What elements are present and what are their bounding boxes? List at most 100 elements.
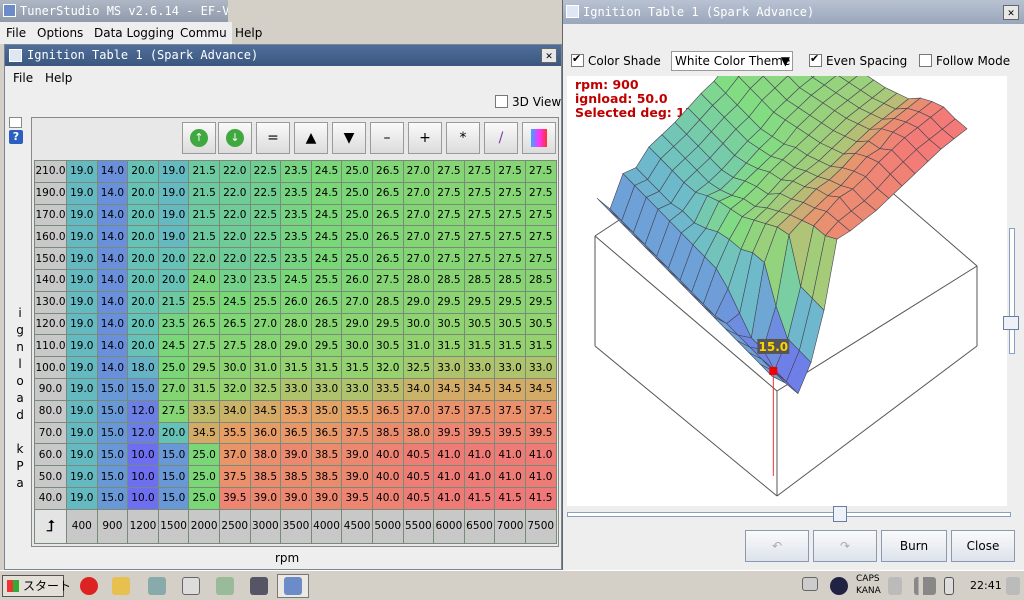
table-cell[interactable]: 27.0 (402, 181, 435, 205)
table-cell[interactable]: 19.0 (66, 247, 98, 270)
x-axis-cell[interactable]: 6500 (463, 508, 496, 544)
table-cell[interactable]: 23.5 (249, 268, 282, 292)
table-cell[interactable]: 39.5 (341, 486, 373, 510)
table-cell[interactable]: 28.5 (463, 268, 496, 292)
table-cell[interactable]: 37.0 (402, 399, 435, 423)
table-cell[interactable]: 25.0 (341, 203, 373, 227)
table-cell[interactable]: 24.5 (310, 203, 343, 227)
table-cell[interactable]: 31.5 (280, 356, 312, 379)
x-axis-cell[interactable]: 6000 (433, 508, 465, 544)
x-axis-cell[interactable]: 1500 (157, 508, 190, 544)
y-axis-cell[interactable]: 90.0 (34, 377, 67, 401)
table-cell[interactable]: 22.5 (249, 225, 282, 249)
horizontal-slider-knob[interactable] (833, 506, 847, 522)
table-menu-help[interactable]: Help (45, 71, 72, 85)
table-cell[interactable]: 41.0 (524, 443, 557, 467)
opera-icon[interactable] (80, 577, 98, 595)
table-cell[interactable]: 21.5 (157, 290, 190, 314)
table-cell[interactable]: 27.5 (524, 203, 557, 227)
follow-mode-checkbox[interactable]: Follow Mode (919, 54, 1010, 68)
table-cell[interactable]: 33.5 (188, 399, 220, 423)
table-cell[interactable]: 29.5 (310, 334, 343, 358)
y-axis-cell[interactable]: 60.0 (34, 443, 67, 467)
color-shade-checkbox[interactable]: Color Shade (571, 52, 661, 68)
x-axis-cell[interactable]: 3000 (249, 508, 282, 544)
ime-icon[interactable] (888, 577, 902, 595)
table-cell[interactable]: 10.0 (127, 443, 159, 467)
table-cell[interactable]: 19.0 (157, 181, 190, 205)
table-cell[interactable]: 41.0 (433, 465, 465, 488)
table-cell[interactable]: 28.5 (524, 268, 557, 292)
y-axis-cell[interactable]: 150.0 (34, 247, 67, 270)
table-cell[interactable]: 38.5 (310, 443, 343, 467)
table-cell[interactable]: 32.0 (218, 377, 251, 401)
table-cell[interactable]: 29.5 (371, 312, 404, 336)
table-cell[interactable]: 38.5 (280, 465, 312, 488)
y-axis-cell[interactable]: 50.0 (34, 465, 67, 488)
table-cell[interactable]: 25.0 (341, 247, 373, 270)
notes-icon[interactable] (9, 117, 22, 128)
table-cell[interactable]: 31.5 (188, 377, 220, 401)
table-cell[interactable]: 29.0 (402, 290, 435, 314)
table-cell[interactable]: 14.0 (96, 268, 129, 292)
y-axis-cell[interactable]: 170.0 (34, 203, 67, 227)
table-cell[interactable]: 30.5 (371, 334, 404, 358)
table-cell[interactable]: 25.0 (341, 181, 373, 205)
table-cell[interactable]: 22.0 (218, 160, 251, 183)
table-cell[interactable]: 39.0 (341, 465, 373, 488)
table-cell[interactable]: 26.5 (218, 312, 251, 336)
table-cell[interactable]: 19.0 (66, 377, 98, 401)
multiply-button[interactable]: * (446, 122, 480, 154)
network-icon[interactable] (148, 577, 166, 595)
table-cell[interactable]: 25.0 (188, 443, 220, 467)
table-cell[interactable]: 19.0 (66, 443, 98, 467)
table-cell[interactable]: 38.0 (402, 421, 435, 445)
table-cell[interactable]: 37.5 (524, 399, 557, 423)
table-cell[interactable]: 30.5 (524, 312, 557, 336)
table-cell[interactable]: 20.0 (127, 160, 159, 183)
table-cell[interactable]: 39.0 (310, 486, 343, 510)
table-cell[interactable]: 27.0 (402, 225, 435, 249)
table-cell[interactable]: 19.0 (66, 225, 98, 249)
table-cell[interactable]: 15.0 (127, 377, 159, 401)
table-cell[interactable]: 27.5 (157, 399, 190, 423)
table-cell[interactable]: 27.5 (494, 181, 526, 205)
table-cell[interactable]: 37.5 (218, 465, 251, 488)
y-axis-cell[interactable]: 130.0 (34, 290, 67, 314)
tunerstudio-task-button[interactable] (277, 574, 309, 598)
close-icon[interactable]: ✕ (541, 48, 557, 63)
table-cell[interactable]: 30.0 (218, 356, 251, 379)
table-cell[interactable]: 27.5 (494, 203, 526, 227)
table-cell[interactable]: 19.0 (66, 203, 98, 227)
ignition-table-titlebar[interactable]: Ignition Table 1 (Spark Advance) ✕ (5, 45, 561, 66)
table-cell[interactable]: 40.0 (371, 465, 404, 488)
y-axis-cell[interactable]: 110.0 (34, 334, 67, 358)
table-cell[interactable]: 38.5 (371, 421, 404, 445)
table-cell[interactable]: 31.5 (341, 356, 373, 379)
table-cell[interactable]: 37.5 (494, 399, 526, 423)
table-cell[interactable]: 27.5 (524, 225, 557, 249)
x-axis-cell[interactable]: 3500 (280, 508, 312, 544)
table-cell[interactable]: 35.5 (341, 399, 373, 423)
menu-options[interactable]: Options (37, 26, 83, 40)
x-axis-cell[interactable]: 4000 (310, 508, 343, 544)
table-cell[interactable]: 27.5 (524, 160, 557, 183)
view-3d-titlebar[interactable]: Ignition Table 1 (Spark Advance) ✕ (563, 0, 1024, 24)
table-cell[interactable]: 23.0 (218, 268, 251, 292)
table-cell[interactable]: 19.0 (66, 465, 98, 488)
table-cell[interactable]: 37.5 (463, 399, 496, 423)
table-cell[interactable]: 19.0 (66, 334, 98, 358)
table-cell[interactable]: 30.5 (494, 312, 526, 336)
table-cell[interactable]: 26.5 (371, 225, 404, 249)
table-cell[interactable]: 15.0 (96, 465, 129, 488)
close-icon[interactable]: ✕ (1003, 5, 1019, 20)
x-axis-cell[interactable]: 2000 (188, 508, 220, 544)
table-cell[interactable]: 20.0 (157, 247, 190, 270)
y-axis-cell[interactable]: 120.0 (34, 312, 67, 336)
table-cell[interactable]: 31.5 (524, 334, 557, 358)
table-cell[interactable]: 36.5 (280, 421, 312, 445)
table-cell[interactable]: 34.5 (463, 377, 496, 401)
table-cell[interactable]: 27.5 (494, 247, 526, 270)
table-cell[interactable]: 28.0 (402, 268, 435, 292)
table-cell[interactable]: 25.5 (249, 290, 282, 314)
